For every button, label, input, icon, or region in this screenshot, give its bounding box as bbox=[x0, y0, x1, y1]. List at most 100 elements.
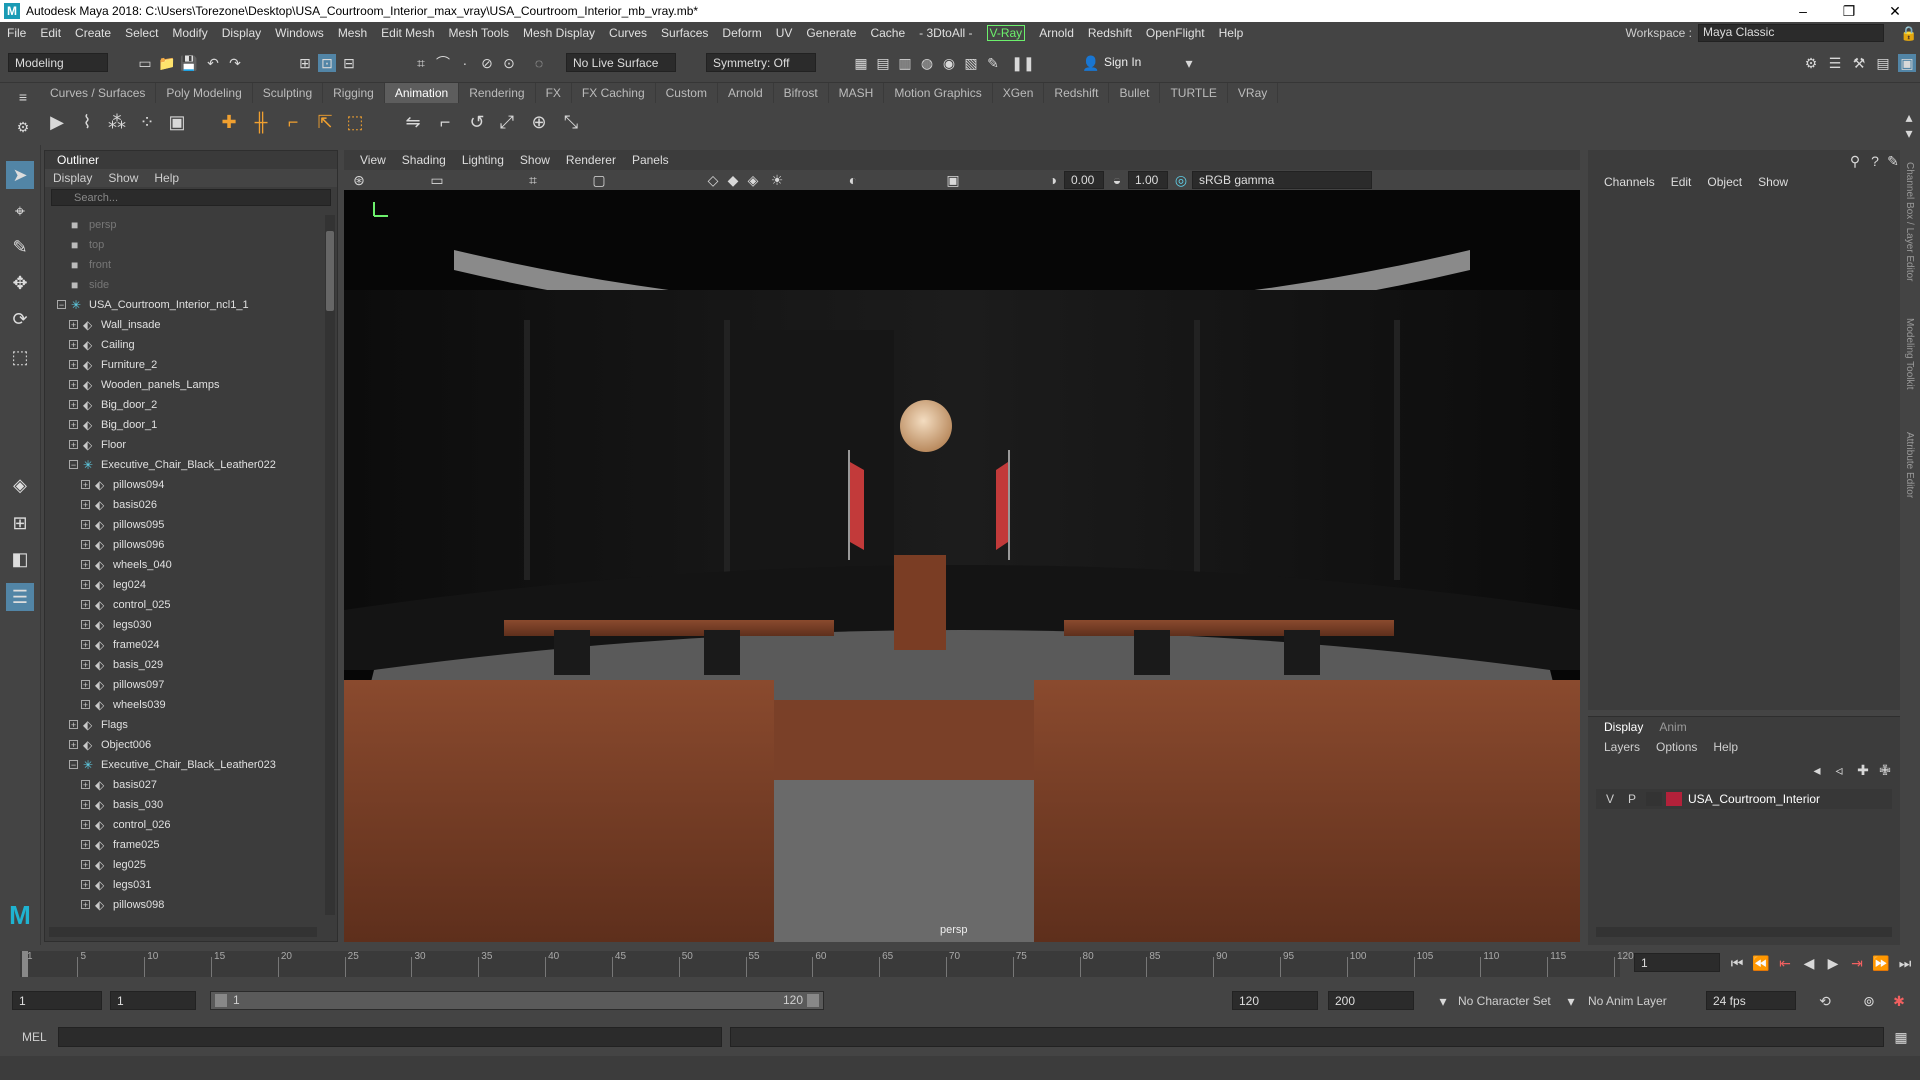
layer-color-swatch[interactable] bbox=[1666, 792, 1682, 806]
outliner-row[interactable]: + ⬖ Big_door_1 bbox=[45, 415, 321, 435]
ghost-icon[interactable]: ⁂ bbox=[108, 112, 126, 132]
expand-icon[interactable]: + bbox=[69, 740, 78, 750]
outliner-row[interactable]: + ⬖ pillows096 bbox=[45, 535, 321, 555]
expand-icon[interactable]: + bbox=[81, 900, 90, 910]
layer-visibility-toggle[interactable]: V bbox=[1606, 789, 1614, 809]
channels-menu-object[interactable]: Object bbox=[1699, 172, 1750, 192]
outliner-row[interactable]: + ⬖ Wall_insade bbox=[45, 315, 321, 335]
layer-type-box[interactable] bbox=[1646, 792, 1662, 806]
menu-deform[interactable]: Deform bbox=[715, 26, 768, 40]
snap-point-icon[interactable]: ∙ bbox=[456, 54, 474, 72]
expand-icon[interactable]: + bbox=[69, 340, 78, 350]
modeling-toolkit-tab[interactable]: Modeling Toolkit bbox=[1904, 318, 1915, 390]
shelf-menu-icon[interactable]: ≡ bbox=[14, 88, 32, 106]
single-perspective-view-icon[interactable]: ◈ bbox=[6, 471, 34, 499]
select-by-object-icon[interactable]: ⊡ bbox=[318, 54, 336, 72]
expand-icon[interactable]: + bbox=[81, 480, 90, 490]
character-set-dropdown-icon[interactable]: ▾ bbox=[1434, 992, 1452, 1010]
shelf-tab-fx[interactable]: FX bbox=[536, 83, 572, 103]
vray-ipr-icon[interactable]: ✎ bbox=[984, 54, 1002, 72]
outliner-row[interactable]: ■ front bbox=[45, 255, 321, 275]
close-button[interactable]: ✕ bbox=[1872, 0, 1918, 22]
collapse-icon[interactable]: − bbox=[69, 760, 78, 770]
outliner-vertical-scrollbar[interactable] bbox=[325, 215, 335, 915]
range-start-handle[interactable] bbox=[215, 994, 227, 1007]
expand-icon[interactable]: + bbox=[81, 840, 90, 850]
menu-file[interactable]: File bbox=[0, 26, 33, 40]
3d-viewport[interactable]: persp bbox=[344, 190, 1580, 942]
channel-layer-editor-icon[interactable]: ▣ bbox=[1898, 54, 1916, 72]
layer-playback-toggle[interactable]: P bbox=[1628, 789, 1636, 809]
exposure-icon[interactable]: ◑ bbox=[1044, 171, 1062, 189]
paint-weights-icon[interactable]: ⇱ bbox=[316, 112, 334, 132]
outliner-row[interactable]: + ⬖ Object006 bbox=[45, 735, 321, 755]
turntable-icon[interactable]: ▣ bbox=[168, 112, 186, 132]
layer-menu-options[interactable]: Options bbox=[1648, 737, 1705, 757]
layer-tab-anim[interactable]: Anim bbox=[1651, 717, 1694, 737]
command-input[interactable] bbox=[58, 1027, 722, 1047]
pause-icon[interactable]: ❚❚ bbox=[1011, 54, 1034, 72]
isolate-select-icon[interactable]: ▣ bbox=[944, 171, 962, 189]
unghost-icon[interactable]: ⁘ bbox=[138, 112, 156, 132]
lights-icon[interactable]: ☀ bbox=[768, 171, 786, 189]
live-surface-field[interactable]: No Live Surface bbox=[566, 53, 676, 72]
expand-icon[interactable]: + bbox=[81, 780, 90, 790]
paint-select-tool-icon[interactable]: ✎ bbox=[6, 233, 34, 261]
textured-icon[interactable]: ◈ bbox=[744, 171, 762, 189]
point-constraint-icon[interactable]: ⌐ bbox=[436, 112, 454, 132]
channels-menu-edit[interactable]: Edit bbox=[1663, 172, 1700, 192]
step-forward-frame-icon[interactable]: ⇥ bbox=[1848, 954, 1866, 972]
outliner-row[interactable]: + ⬖ basis_029 bbox=[45, 655, 321, 675]
outliner-row[interactable]: + ⬖ pillows097 bbox=[45, 675, 321, 695]
expand-icon[interactable]: + bbox=[81, 500, 90, 510]
playblast-icon[interactable]: ▶ bbox=[48, 112, 66, 132]
expand-icon[interactable]: + bbox=[81, 860, 90, 870]
ipr-render-icon[interactable]: ◉ bbox=[940, 54, 958, 72]
auto-key-icon[interactable]: ⊚ bbox=[1860, 992, 1878, 1010]
snap-grid-icon[interactable]: ⌗ bbox=[412, 54, 430, 72]
shelf-tab-bullet[interactable]: Bullet bbox=[1109, 83, 1161, 103]
render-settings-icon[interactable]: ▥ bbox=[896, 54, 914, 72]
expand-icon[interactable]: + bbox=[69, 720, 78, 730]
anim-layer-dropdown-icon[interactable]: ▾ bbox=[1562, 992, 1580, 1010]
shelf-tab-rendering[interactable]: Rendering bbox=[459, 83, 536, 103]
move-tool-icon[interactable]: ✥ bbox=[6, 269, 34, 297]
expand-icon[interactable]: + bbox=[81, 540, 90, 550]
save-scene-icon[interactable]: 💾 bbox=[180, 54, 198, 72]
menu-set-dropdown[interactable]: Modeling bbox=[8, 53, 108, 72]
modeling-toolkit-icon[interactable]: ⚙ bbox=[1802, 54, 1820, 72]
outliner-row[interactable]: + ⬖ basis026 bbox=[45, 495, 321, 515]
outliner-row[interactable]: + ⬖ frame024 bbox=[45, 635, 321, 655]
bind-skin-icon[interactable]: ⌐ bbox=[284, 112, 302, 132]
lock-icon[interactable]: 🔒 bbox=[1900, 24, 1918, 42]
viewport-menu-renderer[interactable]: Renderer bbox=[558, 150, 624, 170]
color-management-icon[interactable]: ◎ bbox=[1172, 171, 1190, 189]
expand-icon[interactable]: + bbox=[81, 880, 90, 890]
outliner-search-input[interactable]: Search... bbox=[51, 189, 331, 206]
outliner-row[interactable]: + ⬖ basis027 bbox=[45, 775, 321, 795]
scale-tool-icon[interactable]: ⬚ bbox=[6, 343, 34, 371]
create-joint-icon[interactable]: ✚ bbox=[220, 112, 238, 132]
menu-select[interactable]: Select bbox=[118, 26, 165, 40]
outliner-row[interactable]: + ⬖ wheels_040 bbox=[45, 555, 321, 575]
outliner-row[interactable]: + ⬖ Cailing bbox=[45, 335, 321, 355]
cluster-icon[interactable]: ⬚ bbox=[346, 112, 364, 132]
wireframe-icon[interactable]: ◇ bbox=[704, 171, 722, 189]
move-layer-up-icon[interactable]: ◂ bbox=[1808, 761, 1826, 779]
shelf-tab-curves-surfaces[interactable]: Curves / Surfaces bbox=[40, 83, 157, 103]
render-frame-icon[interactable]: ▦ bbox=[852, 54, 870, 72]
gamma-icon[interactable]: ◒ bbox=[1108, 171, 1126, 189]
render-sequence-icon[interactable]: ▤ bbox=[874, 54, 892, 72]
smooth-shade-icon[interactable]: ◆ bbox=[724, 171, 742, 189]
shelf-tab-redshift[interactable]: Redshift bbox=[1044, 83, 1110, 103]
outliner-row[interactable]: + ⬖ leg025 bbox=[45, 855, 321, 875]
timeline-ruler[interactable]: 1 5 10 15 20 25 30 35 40 45 50 55 60 65 70 75 80 85 90 95 10… bbox=[20, 951, 1634, 977]
shelf-tab-rigging[interactable]: Rigging bbox=[323, 83, 385, 103]
persp-outliner-layout-icon[interactable]: ◧ bbox=[6, 545, 34, 573]
outliner-layout-icon[interactable]: ☰ bbox=[6, 583, 34, 611]
script-editor-icon[interactable]: ▦ bbox=[1892, 1028, 1910, 1046]
move-layer-down-icon[interactable]: ◃ bbox=[1830, 761, 1848, 779]
start-time-field[interactable]: 1 bbox=[12, 991, 102, 1010]
loop-icon[interactable]: ⟲ bbox=[1816, 992, 1834, 1010]
outliner-horizontal-scrollbar[interactable] bbox=[49, 927, 317, 937]
